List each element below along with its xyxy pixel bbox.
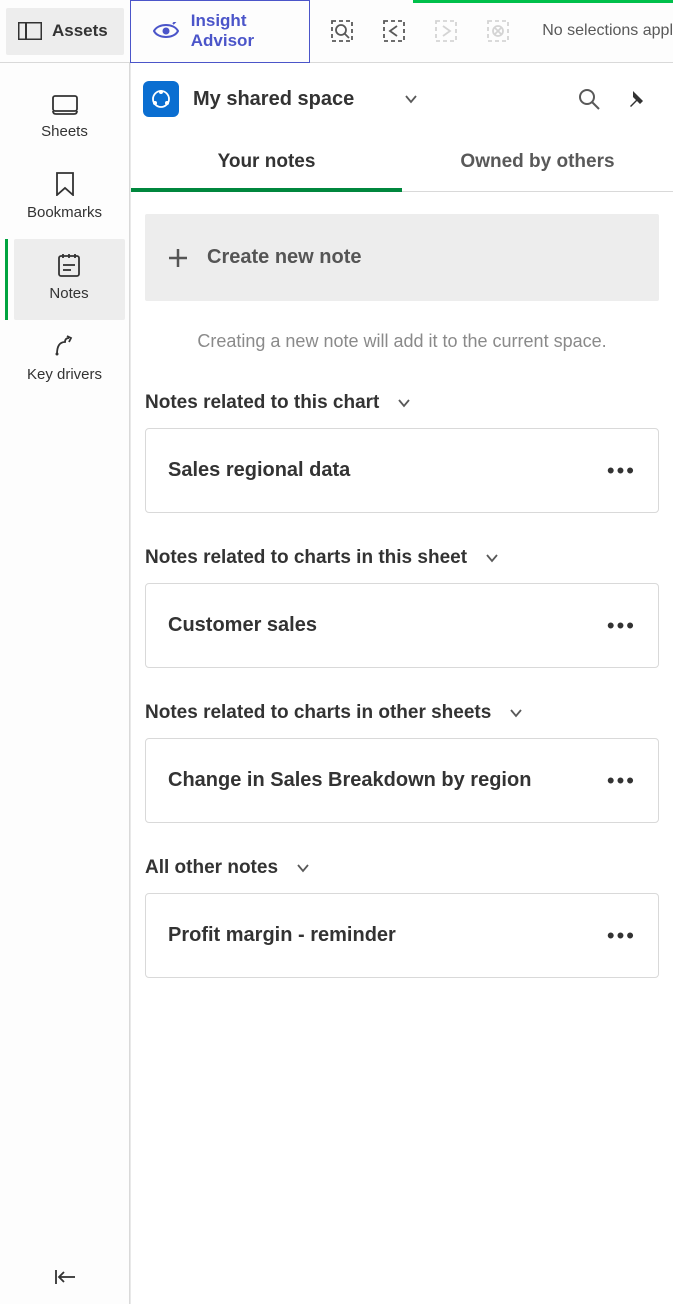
assets-button[interactable]: Assets (6, 8, 124, 55)
note-more-icon[interactable]: ••• (607, 620, 636, 631)
section-header-this-sheet[interactable]: Notes related to charts in this sheet (145, 541, 659, 583)
section-header-label: Notes related to this chart (145, 392, 379, 414)
panel-icon (18, 22, 42, 40)
sheets-icon (52, 95, 78, 115)
note-card[interactable]: Sales regional data ••• (145, 428, 659, 513)
selection-tools: No selections appl (330, 19, 673, 43)
sidebar-collapse-button[interactable] (0, 1268, 129, 1286)
plus-icon (167, 247, 189, 269)
notes-tabs: Your notes Owned by others (131, 135, 673, 192)
tab-owned-by-others[interactable]: Owned by others (402, 135, 673, 191)
note-title: Change in Sales Breakdown by region (168, 769, 531, 792)
selection-forward-icon (434, 19, 458, 43)
section-header-this-chart[interactable]: Notes related to this chart (145, 386, 659, 428)
selections-status-text: No selections appl (542, 22, 673, 40)
space-title: My shared space (193, 88, 354, 111)
note-title: Customer sales (168, 614, 317, 637)
note-more-icon[interactable]: ••• (607, 775, 636, 786)
section-header-label: Notes related to charts in this sheet (145, 547, 467, 569)
sidebar-item-label: Bookmarks (27, 204, 102, 221)
section-header-label: Notes related to charts in other sheets (145, 702, 491, 724)
note-card[interactable]: Change in Sales Breakdown by region ••• (145, 738, 659, 823)
left-sidebar: Sheets Bookmarks Notes Key drivers (0, 63, 130, 1304)
key-drivers-icon (53, 334, 77, 358)
search-icon[interactable] (577, 87, 601, 111)
topbar: Assets Insight Advisor No selections app… (0, 0, 673, 63)
tab-your-notes[interactable]: Your notes (131, 135, 402, 191)
sidebar-item-label: Notes (49, 285, 88, 302)
note-title: Profit margin - reminder (168, 924, 396, 947)
chevron-down-icon (509, 708, 523, 718)
note-more-icon[interactable]: ••• (607, 465, 636, 476)
insight-advisor-label: Insight Advisor (191, 11, 287, 51)
note-title: Sales regional data (168, 459, 350, 482)
section-header-all-other[interactable]: All other notes (145, 851, 659, 893)
sidebar-item-label: Key drivers (27, 366, 102, 383)
pin-icon[interactable] (629, 89, 649, 109)
sidebar-item-bookmarks[interactable]: Bookmarks (0, 158, 129, 239)
create-note-button[interactable]: Create new note (145, 214, 659, 301)
note-card[interactable]: Profit margin - reminder ••• (145, 893, 659, 978)
space-dropdown-chevron-icon[interactable] (404, 94, 418, 104)
sidebar-item-notes[interactable]: Notes (14, 239, 125, 320)
insight-advisor-button[interactable]: Insight Advisor (130, 0, 310, 63)
selection-search-icon[interactable] (330, 19, 354, 43)
notes-panel: My shared space Your notes Owned by othe… (130, 63, 673, 1304)
space-badge-icon (143, 81, 179, 117)
chevron-down-icon (296, 863, 310, 873)
sidebar-item-label: Sheets (41, 123, 88, 140)
space-header: My shared space (131, 63, 673, 135)
tab-label: Owned by others (460, 151, 614, 172)
chevron-down-icon (485, 553, 499, 563)
selection-back-icon[interactable] (382, 19, 406, 43)
note-more-icon[interactable]: ••• (607, 930, 636, 941)
bookmark-icon (56, 172, 74, 196)
sidebar-item-key-drivers[interactable]: Key drivers (0, 320, 129, 401)
tab-label: Your notes (218, 151, 316, 172)
create-note-label: Create new note (207, 246, 361, 269)
notes-icon (58, 253, 80, 277)
note-card[interactable]: Customer sales ••• (145, 583, 659, 668)
assets-label: Assets (52, 21, 108, 41)
selection-clear-icon (486, 19, 510, 43)
notes-content: Create new note Creating a new note will… (131, 192, 673, 1006)
chevron-down-icon (397, 398, 411, 408)
section-header-other-sheets[interactable]: Notes related to charts in other sheets (145, 696, 659, 738)
eye-icon (153, 22, 179, 40)
section-header-label: All other notes (145, 857, 278, 879)
sidebar-item-sheets[interactable]: Sheets (0, 81, 129, 158)
create-note-hint: Creating a new note will add it to the c… (145, 301, 659, 386)
